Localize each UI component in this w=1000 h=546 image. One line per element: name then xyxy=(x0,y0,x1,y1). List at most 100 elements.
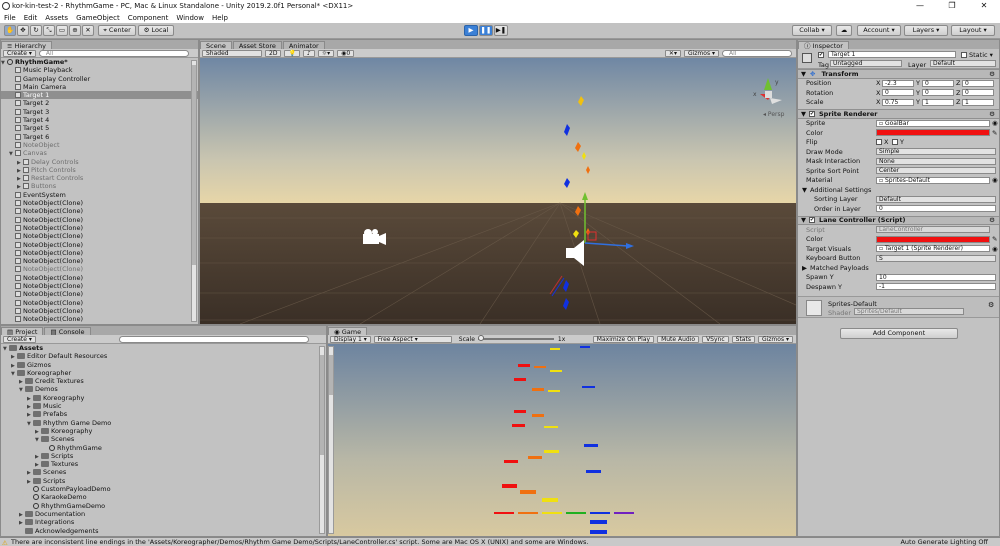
tag-dropdown[interactable]: Untagged xyxy=(830,60,902,67)
tab-inspector[interactable]: ⓘ Inspector xyxy=(798,41,849,50)
hand-tool-icon[interactable]: ✋ xyxy=(4,25,16,36)
menu-window[interactable]: Window xyxy=(176,14,204,22)
transform-x-field[interactable]: 0.75 xyxy=(882,98,914,106)
transform-y-field[interactable]: 0 xyxy=(922,89,954,97)
lane-controller-header[interactable]: ▼ ✔ Lane Controller (Script) ⚙ xyxy=(798,215,999,225)
color-swatch[interactable] xyxy=(876,129,990,137)
hierarchy-item[interactable]: NoteObject(Clone) xyxy=(1,290,198,298)
hierarchy-item[interactable]: Music Playback xyxy=(1,66,198,74)
2d-toggle[interactable]: 2D xyxy=(265,49,282,57)
maximize-on-play-toggle[interactable]: Maximize On Play xyxy=(592,335,655,343)
stats-toggle[interactable]: Stats xyxy=(731,335,755,343)
hierarchy-item[interactable]: NoteObject(Clone) xyxy=(1,249,198,257)
project-create-button[interactable]: Create ▾ xyxy=(3,335,36,343)
scene-search-input[interactable]: All xyxy=(722,49,792,57)
space-local-button[interactable]: ⚙ Local xyxy=(138,25,174,36)
layers-button[interactable]: Layers ▾ xyxy=(904,25,948,36)
collab-button[interactable]: Collab ▾ xyxy=(792,25,832,36)
object-picker-icon[interactable]: ◉ xyxy=(992,245,998,253)
hierarchy-item[interactable]: NoteObject(Clone) xyxy=(1,207,198,215)
project-item[interactable]: ▶ Textures xyxy=(1,460,326,468)
project-item[interactable]: CustomPayloadDemo xyxy=(1,485,326,493)
hierarchy-item[interactable]: ▶ Pitch Controls xyxy=(1,166,198,174)
project-item[interactable]: ▶ Gizmos xyxy=(1,361,326,369)
menu-edit[interactable]: Edit xyxy=(24,14,38,22)
static-checkbox[interactable] xyxy=(961,52,967,58)
game-gizmos-button[interactable]: Gizmos ▾ xyxy=(757,335,793,343)
project-item[interactable]: ▶ Prefabs xyxy=(1,410,326,418)
menu-file[interactable]: File xyxy=(4,14,16,22)
component-settings-icon[interactable]: ⚙ xyxy=(989,70,995,78)
menu-gameobject[interactable]: GameObject xyxy=(76,14,120,22)
scene-viewport[interactable]: y x ◂ Persp xyxy=(200,58,797,324)
hierarchy-item[interactable]: Target 1 xyxy=(1,91,198,100)
shading-mode-dropdown[interactable]: Shaded xyxy=(202,49,262,57)
layout-button[interactable]: Layout ▾ xyxy=(951,25,995,36)
project-scrollbar[interactable] xyxy=(319,346,325,534)
project-item[interactable]: ▶ Koreography xyxy=(1,427,326,435)
flip-y-checkbox[interactable] xyxy=(892,139,898,146)
additional-settings-row[interactable]: ▼ Additional Settings xyxy=(798,185,999,195)
hierarchy-item[interactable]: NoteObject(Clone) xyxy=(1,224,198,232)
project-item[interactable]: ▼ Koreographer xyxy=(1,369,326,377)
hierarchy-item[interactable]: NoteObject(Clone) xyxy=(1,232,198,240)
project-item[interactable]: RhythmGameDemo xyxy=(1,502,326,510)
component-settings-icon[interactable]: ⚙ xyxy=(989,110,995,118)
tab-asset-store[interactable]: Asset Store xyxy=(232,41,282,50)
tab-project[interactable]: ▤ Project xyxy=(1,327,44,336)
sprite-renderer-header[interactable]: ▼ ✔ Sprite Renderer ⚙ xyxy=(798,109,999,119)
active-checkbox[interactable]: ✔ xyxy=(818,52,824,58)
hierarchy-item[interactable]: NoteObject(Clone) xyxy=(1,199,198,207)
hidden-objects-icon[interactable]: ◉0 xyxy=(337,49,355,57)
project-item[interactable]: ▼ Assets xyxy=(1,344,326,352)
hierarchy-item[interactable]: NoteObject(Clone) xyxy=(1,265,198,273)
display-dropdown[interactable]: Display 1 ▾ xyxy=(330,335,371,343)
project-item[interactable]: ▼ Rhythm Game Demo xyxy=(1,419,326,427)
hierarchy-item[interactable]: Target 3 xyxy=(1,108,198,116)
object-picker-icon[interactable]: ◉ xyxy=(992,176,998,184)
hierarchy-item[interactable]: Target 6 xyxy=(1,133,198,141)
hierarchy-item[interactable]: NoteObject(Clone) xyxy=(1,315,198,323)
project-item[interactable]: ▶ Scenes xyxy=(1,468,326,476)
hierarchy-item[interactable]: Target 2 xyxy=(1,99,198,107)
menu-component[interactable]: Component xyxy=(128,14,169,22)
project-item[interactable]: ▶ Integrations xyxy=(1,518,326,526)
transform-tool-icon[interactable]: ⊕ xyxy=(69,25,81,36)
hierarchy-item[interactable]: NoteObject(Clone) xyxy=(1,241,198,249)
project-item[interactable]: ▶ Credit Textures xyxy=(1,377,326,385)
transform-y-field[interactable]: 0 xyxy=(922,79,954,87)
project-search-input[interactable] xyxy=(118,335,309,343)
hierarchy-item[interactable]: ▶ Restart Controls xyxy=(1,174,198,182)
target-visuals-field[interactable]: ▫ Target 1 (Sprite Renderer) xyxy=(876,245,990,253)
transform-z-field[interactable]: 0 xyxy=(962,79,994,87)
project-item[interactable]: ▼ Scenes xyxy=(1,435,326,443)
spawn-field[interactable]: 10 xyxy=(876,273,996,281)
scene-camera-icon[interactable]: ✕▾ xyxy=(664,49,681,57)
hierarchy-item[interactable]: NoteObject(Clone) xyxy=(1,282,198,290)
pivot-center-button[interactable]: ⌖ Center xyxy=(98,25,136,36)
object-picker-icon[interactable]: ◉ xyxy=(992,119,998,127)
step-button[interactable]: ▶❚ xyxy=(494,25,508,36)
menu-help[interactable]: Help xyxy=(212,14,228,22)
eyedropper-icon[interactable]: ✎ xyxy=(992,235,997,243)
hierarchy-item[interactable]: ▼ Canvas xyxy=(1,149,198,157)
status-message[interactable]: There are inconsistent line endings in t… xyxy=(11,538,588,546)
hierarchy-item[interactable]: NoteObject(Clone) xyxy=(1,299,198,307)
lighting-toggle-icon[interactable]: 💡 xyxy=(284,49,300,57)
layer-dropdown[interactable]: Default xyxy=(930,60,996,67)
component-enabled-checkbox[interactable]: ✔ xyxy=(809,217,815,224)
custom-tool-icon[interactable]: ✕ xyxy=(82,25,94,36)
audio-toggle-icon[interactable]: ♪ xyxy=(302,49,315,57)
eyedropper-icon[interactable]: ✎ xyxy=(992,129,997,137)
hierarchy-search-input[interactable]: All xyxy=(38,49,189,57)
scene-gizmos-button[interactable]: Gizmos ▾ xyxy=(683,49,719,57)
play-button[interactable]: ▶ xyxy=(464,25,478,36)
keyboard-dropdown[interactable]: S xyxy=(876,254,996,262)
tab-game[interactable]: ◉ Game xyxy=(328,327,368,336)
hierarchy-create-button[interactable]: Create ▾ xyxy=(3,49,36,57)
vsync-toggle[interactable]: VSync xyxy=(702,335,729,343)
object-name-field[interactable]: Target 1 xyxy=(828,51,956,58)
project-item[interactable]: ▶ Koreography xyxy=(1,394,326,402)
static-dropdown[interactable]: Static ▾ xyxy=(969,51,993,59)
material-field[interactable]: ▫ Sprites-Default xyxy=(876,176,990,184)
